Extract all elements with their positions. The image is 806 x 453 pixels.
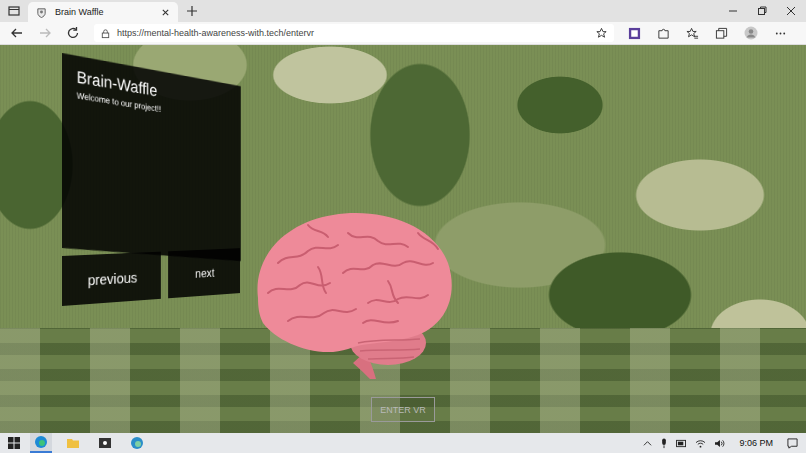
- brain-model[interactable]: [248, 203, 458, 383]
- notifications-icon[interactable]: [787, 438, 798, 449]
- url-text: https://mental-health-awareness-with.tec…: [117, 28, 314, 38]
- favicon-icon: [36, 7, 47, 18]
- toolbar-icons: [628, 26, 787, 40]
- browser-tab[interactable]: Brain Waffle: [28, 2, 178, 22]
- puzzle-icon[interactable]: [657, 27, 670, 40]
- back-arrow-icon[interactable]: [10, 26, 24, 40]
- extension-icon[interactable]: [628, 27, 641, 40]
- windows-start-icon[interactable]: [8, 437, 20, 449]
- panel-button-label: previous: [88, 268, 138, 287]
- edge-icon: [34, 435, 48, 449]
- taskbar: 9:06 PM: [0, 433, 806, 453]
- microphone-icon[interactable]: [660, 438, 668, 449]
- browser-window: Brain Waffle https://mental-health-awaren…: [0, 0, 806, 453]
- tab-strip: Brain Waffle: [0, 0, 806, 22]
- window-controls: [728, 0, 806, 22]
- close-tab-icon[interactable]: [161, 8, 170, 17]
- minimize-icon[interactable]: [728, 6, 738, 16]
- file-explorer-icon: [66, 436, 80, 450]
- info-board: Brain-WaffleWelcome to our project!! prev…: [62, 53, 241, 306]
- add-favorite-icon[interactable]: [595, 27, 608, 40]
- close-window-icon[interactable]: [786, 6, 796, 16]
- profile-icon[interactable]: [744, 26, 758, 40]
- info-panel: Brain-WaffleWelcome to our project!!: [62, 53, 241, 261]
- taskbar-app[interactable]: [62, 433, 84, 453]
- enter-vr-button[interactable]: ENTER VR: [371, 397, 435, 422]
- navigation-bar: https://mental-health-awareness-with.tec…: [0, 22, 806, 45]
- more-icon[interactable]: [774, 27, 787, 40]
- terminal-icon: [98, 436, 112, 450]
- volume-icon[interactable]: [714, 439, 725, 448]
- tab-actions-icon[interactable]: [8, 5, 20, 17]
- collections-icon[interactable]: [715, 27, 728, 40]
- clock[interactable]: 9:06 PM: [733, 438, 779, 448]
- refresh-icon[interactable]: [66, 26, 80, 40]
- wifi-icon[interactable]: [695, 439, 706, 448]
- tab-label: Brain Waffle: [55, 7, 153, 17]
- taskbar-app[interactable]: [126, 433, 148, 453]
- forward-arrow-icon: [38, 26, 52, 40]
- system-tray: 9:06 PM: [643, 438, 798, 449]
- favorites-icon[interactable]: [686, 27, 699, 40]
- enter-vr-label: ENTER VR: [380, 405, 426, 415]
- lock-icon[interactable]: [100, 28, 111, 39]
- new-tab-icon[interactable]: [186, 5, 198, 17]
- battery-icon[interactable]: [676, 439, 687, 448]
- taskbar-app[interactable]: [94, 433, 116, 453]
- edge-dev-icon: [130, 436, 144, 450]
- address-bar[interactable]: https://mental-health-awareness-with.tec…: [94, 24, 614, 42]
- restore-icon[interactable]: [757, 6, 767, 16]
- vr-scene[interactable]: Brain-WaffleWelcome to our project!! prev…: [0, 45, 806, 433]
- chevron-up-icon[interactable]: [643, 439, 652, 448]
- panel-button-label: next: [195, 265, 214, 280]
- panel-button[interactable]: previous: [62, 252, 161, 306]
- taskbar-app[interactable]: [30, 433, 52, 453]
